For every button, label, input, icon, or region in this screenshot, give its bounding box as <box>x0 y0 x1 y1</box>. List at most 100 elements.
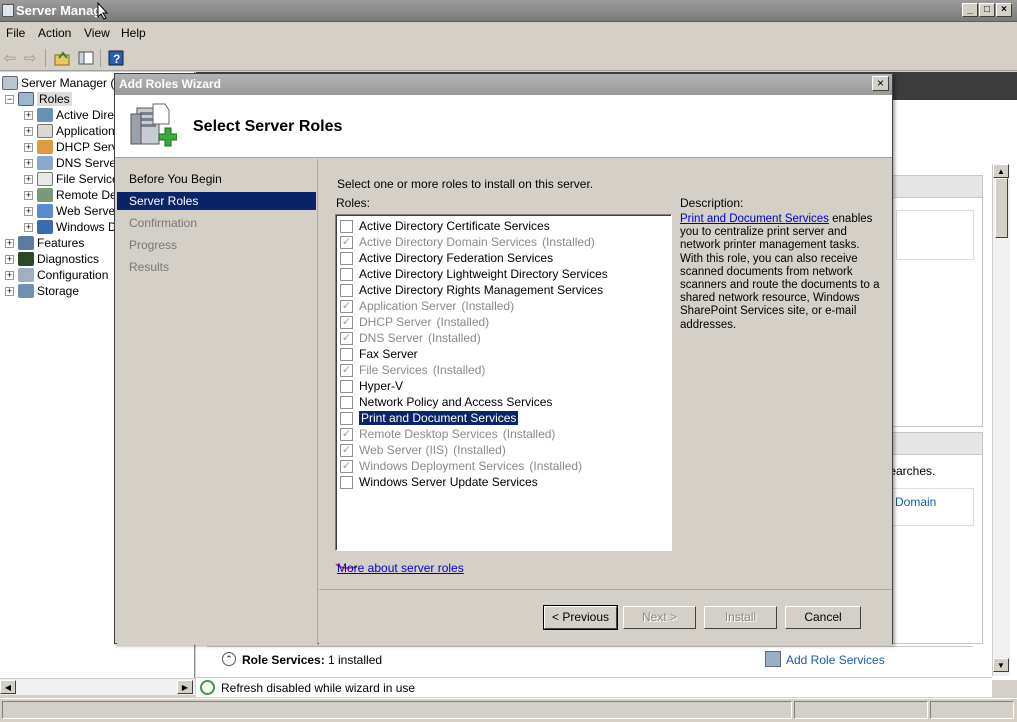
storage-icon <box>18 284 34 298</box>
role-item[interactable]: Hyper-V <box>340 378 403 394</box>
role-label: Windows Server Update Services <box>359 475 538 489</box>
tree-label: Configuration <box>37 268 109 282</box>
back-arrow-icon[interactable]: ⇦ <box>1 49 19 67</box>
menu-file[interactable]: File <box>6 26 25 40</box>
role-item[interactable]: ✓ DNS Server (Installed) <box>340 330 481 346</box>
expand-icon[interactable]: + <box>24 174 33 184</box>
role-item[interactable]: ✓ Application Server (Installed) <box>340 298 514 314</box>
role-label: Active Directory Rights Management Servi… <box>359 283 604 297</box>
nav-step-progress: Progress <box>129 238 178 252</box>
collapse-section-icon[interactable]: ⌃ <box>222 652 236 666</box>
expand-icon[interactable]: + <box>24 142 33 152</box>
show-hide-console-tree-icon[interactable] <box>77 49 95 67</box>
menu-view[interactable]: View <box>84 26 110 40</box>
nav-step-before-you-begin[interactable]: Before You Begin <box>117 170 316 188</box>
role-item[interactable]: ✓ DHCP Server (Installed) <box>340 314 489 330</box>
maximize-button[interactable]: □ <box>979 3 995 17</box>
role-status: (Installed) <box>428 331 481 345</box>
expand-icon[interactable]: + <box>5 286 14 296</box>
expand-icon[interactable]: + <box>24 110 33 120</box>
cancel-button[interactable]: Cancel <box>785 606 861 629</box>
web-server-icon <box>37 204 53 218</box>
scroll-right-icon[interactable]: ▶ <box>177 680 193 694</box>
description-body: enables you to centralize print server a… <box>680 213 880 331</box>
menu-help[interactable]: Help <box>121 26 146 40</box>
role-checkbox[interactable] <box>340 475 353 489</box>
tree-label: Features <box>37 236 85 250</box>
role-services-label: Role Services: <box>242 653 325 667</box>
scroll-thumb[interactable] <box>995 178 1008 238</box>
role-checkbox: ✓ <box>340 443 353 457</box>
file-services-icon <box>37 172 53 186</box>
role-item[interactable]: ✓ Active Directory Domain Services (Instal… <box>340 234 595 250</box>
role-item[interactable]: ✓ File Services (Installed) <box>340 362 485 378</box>
role-item[interactable]: Active Directory Rights Management Servi… <box>340 282 603 298</box>
nav-step-server-roles[interactable]: Server Roles <box>117 192 316 210</box>
help-icon[interactable]: ? <box>107 49 125 67</box>
expand-icon[interactable]: + <box>5 254 14 264</box>
description-role-link[interactable]: Print and Document Services <box>680 213 829 225</box>
role-checkbox[interactable] <box>340 267 353 281</box>
role-item[interactable]: Network Policy and Access Services <box>340 394 552 410</box>
expand-icon[interactable]: + <box>24 126 33 136</box>
role-item[interactable]: Active Directory Certificate Services <box>340 218 550 234</box>
expand-icon[interactable]: + <box>24 190 33 200</box>
forward-arrow-icon[interactable]: ⇨ <box>21 49 39 67</box>
previous-button[interactable]: < Previous <box>543 605 618 630</box>
role-checkbox[interactable] <box>340 395 353 409</box>
role-label: Active Directory Certificate Services <box>359 219 550 233</box>
minimize-button[interactable]: _ <box>962 3 978 17</box>
role-item[interactable]: Windows Server Update Services <box>340 474 538 490</box>
collapse-icon[interactable]: − <box>5 94 14 104</box>
role-checkbox[interactable] <box>340 379 353 393</box>
role-checkbox: ✓ <box>340 315 353 329</box>
role-item[interactable]: ✓ Web Server (IIS) (Installed) <box>340 442 506 458</box>
role-item[interactable]: Fax Server <box>340 346 418 362</box>
role-checkbox[interactable] <box>340 251 353 265</box>
tree-label: Storage <box>37 284 80 298</box>
role-status: (Installed) <box>502 427 556 441</box>
role-item[interactable]: ✓ Remote Desktop Services (Installed) <box>340 426 555 442</box>
expand-icon[interactable]: + <box>5 270 14 280</box>
expand-icon[interactable]: + <box>24 222 33 232</box>
close-window-button[interactable]: × <box>996 3 1012 17</box>
more-about-roles-link[interactable]: More about server roles <box>337 561 464 575</box>
tree-horizontal-scrollbar[interactable]: ◀ ▶ <box>0 678 195 695</box>
scroll-down-icon[interactable]: ▼ <box>993 658 1009 672</box>
status-bar <box>0 698 1017 722</box>
tree-item-server-manager[interactable]: Server Manager (SE <box>2 75 130 91</box>
description-text: Print and Document Services enables you … <box>680 213 880 332</box>
role-status: (Installed) <box>436 315 490 329</box>
description-label: Description: <box>680 196 744 210</box>
role-item[interactable]: Active Directory Lightweight Directory S… <box>340 266 608 282</box>
role-label: Web Server (IIS) <box>359 443 449 457</box>
scroll-left-icon[interactable]: ◀ <box>0 680 16 694</box>
tree-item-roles[interactable]: − Roles <box>5 91 72 107</box>
wizard-close-button[interactable]: × <box>872 76 889 91</box>
role-label: Active Directory Domain Services <box>359 235 538 249</box>
expand-icon[interactable]: + <box>24 206 33 216</box>
tree-label: Active Direc <box>56 108 121 122</box>
role-checkbox[interactable] <box>340 283 353 297</box>
role-item[interactable]: ✓ Windows Deployment Services (Installed) <box>340 458 582 474</box>
role-checkbox[interactable] <box>340 347 353 361</box>
domain-link[interactable]: Domain <box>895 495 936 509</box>
remote-desktop-icon <box>37 188 53 202</box>
next-button[interactable]: Next > <box>623 606 696 629</box>
role-checkbox: ✓ <box>340 331 353 345</box>
role-item[interactable]: Print and Document Services <box>340 410 520 426</box>
up-folder-icon[interactable] <box>53 49 71 67</box>
scroll-up-icon[interactable]: ▲ <box>993 164 1009 178</box>
install-button[interactable]: Install <box>704 606 777 629</box>
roles-icon <box>18 92 34 106</box>
features-icon <box>18 236 34 250</box>
tree-label: DNS Server <box>56 156 121 170</box>
role-checkbox[interactable] <box>340 411 353 425</box>
role-checkbox[interactable] <box>340 219 353 233</box>
role-item[interactable]: Active Directory Federation Services <box>340 250 553 266</box>
expand-icon[interactable]: + <box>5 238 14 248</box>
expand-icon[interactable]: + <box>24 158 33 168</box>
menu-action[interactable]: Action <box>38 26 71 40</box>
add-role-services-link[interactable]: Add Role Services <box>786 653 885 667</box>
details-vertical-scrollbar[interactable]: ▲ ▼ <box>992 164 1010 676</box>
